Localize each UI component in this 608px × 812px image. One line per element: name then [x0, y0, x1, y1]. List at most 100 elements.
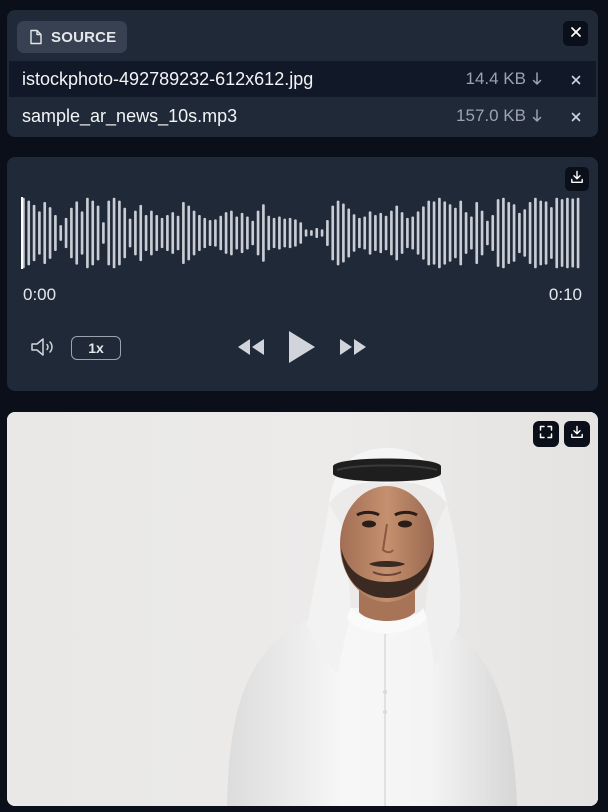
fullscreen-button[interactable] [533, 421, 559, 447]
audio-download-button[interactable] [565, 167, 589, 191]
volume-button[interactable] [29, 335, 59, 359]
download-arrow-icon [532, 71, 542, 87]
waveform-bar [347, 208, 351, 258]
duration-time: 0:10 [548, 285, 582, 304]
file-icon [29, 29, 43, 45]
waveform-bar [374, 215, 377, 251]
waveform-bar [240, 212, 244, 254]
waveform-bar [432, 201, 436, 265]
source-files-panel: SOURCE istockphoto-492789232-612x612.jpg… [7, 10, 598, 137]
close-icon [571, 106, 581, 127]
file-name-link[interactable]: istockphoto-492789232-612x612.jpg [22, 69, 466, 90]
waveform-bar [192, 210, 196, 256]
waveform-bar [75, 201, 79, 265]
waveform-bar [512, 204, 516, 262]
waveform-bar [368, 211, 372, 255]
waveform-bar [102, 222, 105, 244]
source-label: SOURCE [17, 21, 128, 53]
waveform-bar [272, 217, 276, 249]
waveform-bar [326, 220, 329, 246]
waveform-bar [566, 197, 569, 269]
fast-forward-button[interactable] [337, 335, 369, 364]
waveform-bar [438, 197, 441, 269]
waveform-bar [320, 229, 324, 237]
audio-waveform[interactable] [21, 197, 581, 269]
waveform-bar [214, 219, 217, 247]
waveform-bar [32, 204, 36, 262]
waveform-bar [128, 218, 132, 248]
waveform-bar [54, 215, 57, 251]
waveform-bar [267, 215, 271, 251]
waveform-bar [352, 214, 356, 252]
play-button[interactable] [287, 329, 317, 370]
waveform-bar [304, 229, 308, 237]
current-time: 0:00 [23, 285, 57, 304]
waveform-bar [448, 204, 452, 262]
waveform-bar [406, 217, 409, 249]
file-row: sample_ar_news_10s.mp3 157.0 KB [9, 98, 596, 134]
waveform-bar [182, 202, 185, 264]
waveform-bar [422, 206, 425, 260]
waveform-bar [342, 203, 345, 263]
fast-forward-icon [337, 339, 369, 363]
waveform-bar [411, 216, 415, 250]
waveform-bar [544, 201, 548, 265]
source-label-text: SOURCE [51, 28, 117, 46]
waveform-bar [310, 230, 313, 236]
waveform-bar [555, 197, 559, 269]
waveform-bar [502, 197, 505, 269]
waveform-bar [496, 199, 500, 267]
download-icon [570, 425, 584, 444]
waveform-bar [256, 210, 260, 256]
waveform-bar [70, 207, 73, 259]
waveform-bar [464, 212, 468, 254]
waveform-bar [224, 212, 228, 254]
waveform-bar [27, 200, 31, 266]
play-icon [287, 331, 317, 369]
waveform-bar [176, 215, 180, 251]
waveform-bar [48, 207, 52, 259]
waveform-bar [560, 199, 564, 267]
playhead[interactable] [21, 197, 23, 269]
waveform-bar [480, 210, 484, 256]
waveform-bar [299, 222, 303, 244]
file-size-text: 14.4 KB [465, 69, 527, 88]
waveform-bar [187, 205, 191, 261]
waveform-bar [400, 212, 404, 254]
waveform-bar [534, 197, 537, 269]
waveform-bar [459, 200, 463, 266]
playback-rate-button[interactable]: 1x [71, 336, 121, 360]
remove-file-button[interactable] [566, 69, 586, 89]
waveform-bar [203, 217, 207, 249]
waveform-bar [219, 215, 223, 251]
waveform-bar [363, 216, 367, 250]
waveform-bar [38, 211, 41, 255]
rewind-button[interactable] [235, 335, 267, 364]
waveform-bar [390, 210, 393, 256]
image-download-button[interactable] [564, 421, 590, 447]
file-size[interactable]: 14.4 KB [466, 69, 543, 89]
waveform-bar [43, 202, 47, 264]
waveform-bar [160, 217, 164, 249]
close-icon [571, 69, 581, 90]
waveform-bar [528, 202, 532, 264]
waveform-bar [331, 205, 335, 261]
clear-files-button[interactable] [563, 21, 588, 46]
waveform-bar [518, 212, 521, 254]
waveform-bar [86, 197, 89, 269]
waveform-bar [539, 200, 543, 266]
file-name-link[interactable]: sample_ar_news_10s.mp3 [22, 106, 456, 127]
waveform-bar [336, 200, 340, 266]
waveform-bar [112, 197, 116, 269]
waveform-bar [262, 204, 265, 262]
waveform-bar [315, 227, 319, 239]
waveform-bar [59, 225, 63, 241]
waveform-bar [96, 205, 100, 261]
waveform-bar [416, 211, 420, 255]
download-arrow-icon [532, 108, 542, 124]
waveform-bar [454, 207, 457, 259]
file-size[interactable]: 157.0 KB [456, 106, 542, 126]
waveform-bar [491, 215, 495, 251]
remove-file-button[interactable] [566, 106, 586, 126]
waveform-bar [91, 200, 95, 266]
